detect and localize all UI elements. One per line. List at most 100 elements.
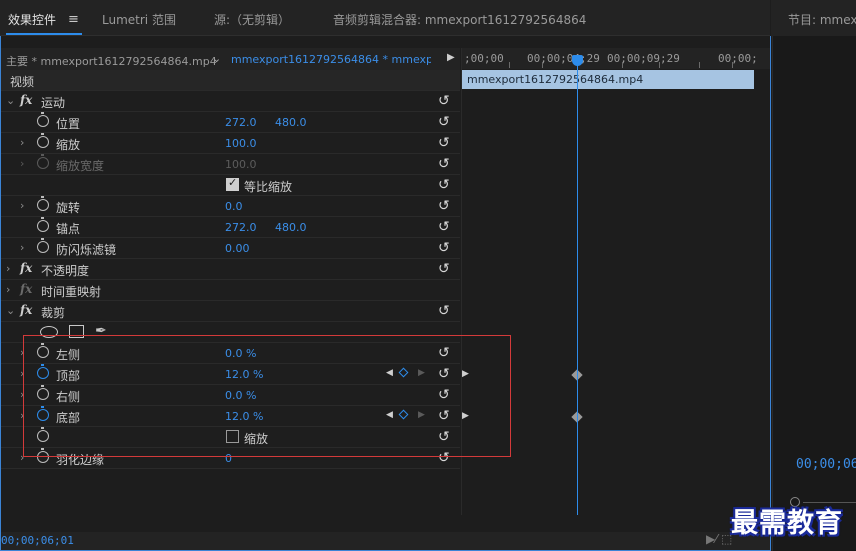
- reset-icon[interactable]: ↺: [438, 387, 450, 403]
- crop-left-value[interactable]: 0.0 %: [225, 347, 256, 360]
- stopwatch-icon[interactable]: [37, 406, 49, 421]
- reset-icon[interactable]: ↺: [438, 114, 450, 130]
- position-property-row: 位置 272.0 480.0 ↺: [1, 112, 460, 133]
- master-clip-label[interactable]: 主要 * mmexport1612792564864.mp4: [6, 53, 217, 69]
- position-y-value[interactable]: 480.0: [275, 116, 307, 129]
- stopwatch-icon[interactable]: [37, 112, 49, 127]
- chevron-right-icon[interactable]: ›: [20, 451, 24, 464]
- feather-edges-property-row: › 羽化边缘 0 ↺: [1, 448, 460, 469]
- time-remap-effect-row[interactable]: › fx 时间重映射: [1, 280, 460, 301]
- stopwatch-icon[interactable]: [37, 238, 49, 253]
- playhead-line[interactable]: [577, 56, 578, 515]
- stopwatch-icon[interactable]: [37, 448, 49, 463]
- anchor-x-value[interactable]: 272.0: [225, 221, 257, 234]
- scale-value[interactable]: 100.0: [225, 137, 257, 150]
- rectangle-mask-icon[interactable]: [69, 325, 84, 338]
- chevron-right-icon[interactable]: ›: [20, 409, 24, 422]
- motion-effect-row[interactable]: ⌄ fx 运动 ↺: [1, 91, 460, 112]
- reset-icon[interactable]: ↺: [438, 240, 450, 256]
- reset-icon[interactable]: ↺: [438, 345, 450, 361]
- chevron-right-icon[interactable]: ›: [20, 388, 24, 401]
- feather-edges-label: 羽化边缘: [56, 453, 105, 467]
- uniform-scale-checkbox[interactable]: [226, 176, 239, 191]
- crop-bottom-value[interactable]: 12.0 %: [225, 410, 263, 423]
- chevron-right-icon[interactable]: ›: [20, 367, 24, 380]
- anti-flicker-value[interactable]: 0.00: [225, 242, 250, 255]
- chevron-right-icon[interactable]: ›: [6, 283, 10, 296]
- effect-timeline[interactable]: ;00;00 00;00;04;29 00;00;09;29 00;00; mm…: [461, 48, 770, 515]
- time-ruler[interactable]: ;00;00 00;00;04;29 00;00;09;29 00;00;: [462, 48, 770, 69]
- panel-menu-icon[interactable]: ≡: [68, 12, 79, 27]
- timeline-clip-label: mmexport1612792564864.mp4: [467, 73, 644, 86]
- reset-icon[interactable]: ↺: [438, 408, 450, 424]
- chevron-right-icon[interactable]: ›: [20, 199, 24, 212]
- anchor-y-value[interactable]: 480.0: [275, 221, 307, 234]
- reset-icon[interactable]: ↺: [438, 450, 450, 466]
- tab-effect-controls[interactable]: 效果控件: [8, 11, 56, 28]
- rotation-value[interactable]: 0.0: [225, 200, 243, 213]
- crop-left-property-row: › 左侧 0.0 % ↺: [1, 343, 460, 364]
- chevron-right-icon[interactable]: ›: [6, 262, 10, 275]
- position-x-value[interactable]: 272.0: [225, 116, 257, 129]
- previous-keyframe-icon[interactable]: ◀: [386, 410, 393, 420]
- opacity-effect-label: 不透明度: [41, 264, 90, 278]
- crop-right-value[interactable]: 0.0 %: [225, 389, 256, 402]
- tab-audio-clip-mixer[interactable]: 音频剪辑混合器: mmexport1612792564864: [333, 11, 586, 28]
- video-section-header: 视频: [1, 70, 460, 91]
- reset-icon[interactable]: ↺: [438, 93, 450, 109]
- ruler-tick-mark: [732, 62, 733, 68]
- opacity-effect-row[interactable]: › fx 不透明度 ↺: [1, 259, 460, 280]
- crop-top-value[interactable]: 12.0 %: [225, 368, 263, 381]
- chevron-down-icon[interactable]: ⌄: [212, 52, 221, 65]
- scale-width-value: 100.0: [225, 158, 257, 171]
- rotation-label: 旋转: [56, 201, 81, 215]
- tab-program-monitor[interactable]: 节目: mmex: [788, 11, 856, 28]
- stopwatch-icon[interactable]: [37, 133, 49, 148]
- previous-keyframe-icon[interactable]: ◀: [386, 368, 393, 378]
- chevron-right-icon[interactable]: ›: [20, 136, 24, 149]
- program-timecode[interactable]: 00;00;06;: [796, 457, 856, 472]
- crop-effect-row[interactable]: ⌄ fx 裁剪 ↺: [1, 301, 460, 322]
- reset-icon[interactable]: ↺: [438, 261, 450, 277]
- timeline-clip[interactable]: mmexport1612792564864.mp4: [462, 70, 754, 89]
- ellipse-mask-icon[interactable]: [40, 326, 58, 338]
- stopwatch-icon[interactable]: [37, 427, 49, 442]
- next-keyframe-icon[interactable]: ▶: [418, 368, 425, 378]
- chevron-right-icon[interactable]: ›: [20, 241, 24, 254]
- reset-icon[interactable]: ↺: [438, 156, 450, 172]
- stopwatch-icon[interactable]: [37, 364, 49, 379]
- playhead-handle[interactable]: [572, 55, 583, 66]
- tab-source[interactable]: 源:（无剪辑）: [214, 11, 290, 28]
- stopwatch-icon[interactable]: [37, 196, 49, 211]
- add-keyframe-icon[interactable]: [398, 409, 409, 420]
- next-keyframe-icon[interactable]: ▶: [418, 410, 425, 420]
- reset-icon[interactable]: ↺: [438, 177, 450, 193]
- chevron-right-icon[interactable]: ›: [20, 346, 24, 359]
- crop-zoom-row: 缩放 ↺: [1, 427, 460, 448]
- stopwatch-icon[interactable]: [37, 217, 49, 232]
- footer-controls-icon[interactable]: ▶⁄ ⬚: [706, 532, 732, 546]
- fx-icon[interactable]: fx: [20, 93, 32, 107]
- tab-lumetri-scopes[interactable]: Lumetri 范围: [102, 11, 176, 28]
- ruler-tick-mark: [699, 62, 700, 68]
- play-arrow-icon[interactable]: ▶: [447, 52, 455, 63]
- chevron-down-icon[interactable]: ⌄: [6, 304, 15, 317]
- reset-icon[interactable]: ↺: [438, 303, 450, 319]
- reset-icon[interactable]: ↺: [438, 219, 450, 235]
- chevron-down-icon[interactable]: ⌄: [6, 94, 15, 107]
- reset-icon[interactable]: ↺: [438, 429, 450, 445]
- crop-zoom-checkbox[interactable]: [226, 430, 239, 443]
- sequence-clip-label[interactable]: mmexport1612792564864 * mmexport16127925…: [231, 53, 431, 66]
- fx-icon[interactable]: fx: [20, 303, 32, 317]
- current-timecode[interactable]: 00;00;06;01: [1, 534, 74, 547]
- reset-icon[interactable]: ↺: [438, 366, 450, 382]
- stopwatch-icon[interactable]: [37, 343, 49, 358]
- reset-icon[interactable]: ↺: [438, 135, 450, 151]
- fx-icon[interactable]: fx: [20, 261, 32, 275]
- pen-mask-icon[interactable]: ✒: [95, 323, 107, 339]
- add-keyframe-icon[interactable]: [398, 367, 409, 378]
- feather-edges-value[interactable]: 0: [225, 452, 232, 465]
- reset-icon[interactable]: ↺: [438, 198, 450, 214]
- anchor-point-property-row: 锚点 272.0 480.0 ↺: [1, 217, 460, 238]
- stopwatch-icon[interactable]: [37, 385, 49, 400]
